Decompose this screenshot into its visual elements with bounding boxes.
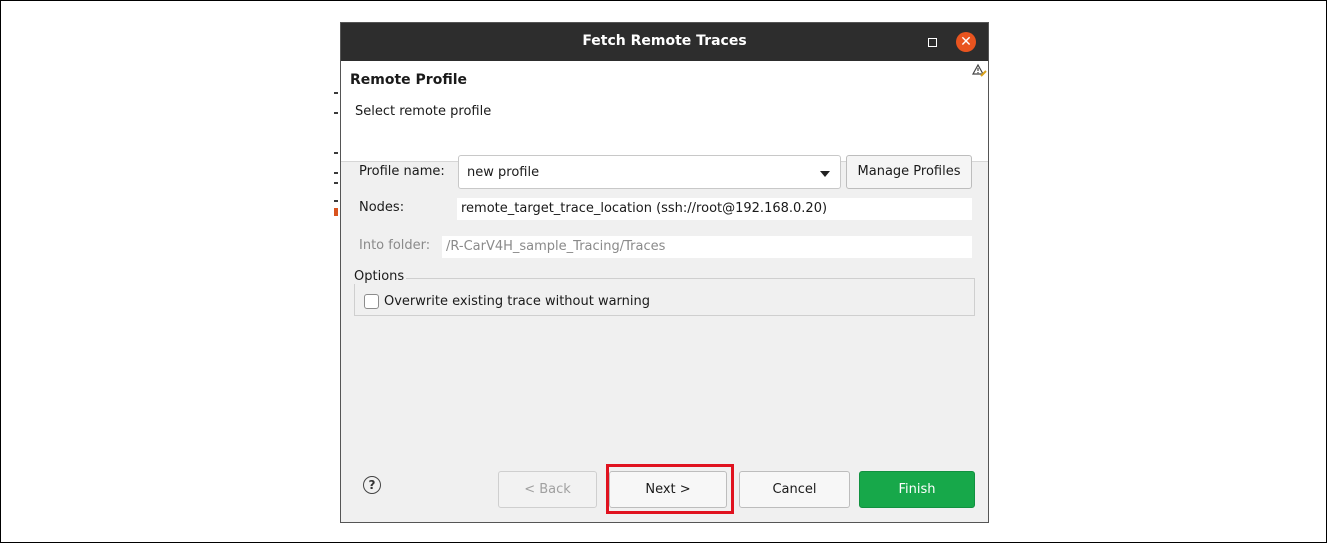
banner-title: Remote Profile xyxy=(350,72,467,88)
into-folder-label: Into folder: xyxy=(359,238,431,253)
overwrite-checkbox-label[interactable]: Overwrite existing trace without warning xyxy=(384,294,650,309)
wizard-banner: Remote Profile Select remote profile xyxy=(341,61,988,162)
nodes-field: remote_target_trace_location (ssh://root… xyxy=(457,198,972,220)
into-folder-field: /R-CarV4H_sample_Tracing/Traces xyxy=(442,236,972,258)
chevron-down-icon xyxy=(820,171,830,177)
manage-profiles-button[interactable]: Manage Profiles xyxy=(846,155,972,189)
nodes-value: remote_target_trace_location (ssh://root… xyxy=(461,201,828,216)
overwrite-checkbox[interactable] xyxy=(364,294,379,309)
help-icon[interactable]: ? xyxy=(363,476,381,494)
warning-wand-icon xyxy=(971,63,987,77)
options-legend: Options xyxy=(354,269,407,284)
profile-name-value: new profile xyxy=(467,165,540,180)
fetch-remote-traces-dialog: Fetch Remote Traces ✕ Remote Profile Sel… xyxy=(340,22,989,523)
finish-button[interactable]: Finish xyxy=(859,471,975,508)
banner-subtitle: Select remote profile xyxy=(355,104,492,119)
profile-name-combo[interactable]: new profile xyxy=(458,155,841,189)
title-bar: Fetch Remote Traces ✕ xyxy=(341,23,988,61)
cancel-button[interactable]: Cancel xyxy=(739,471,850,508)
dialog-title: Fetch Remote Traces xyxy=(582,33,747,49)
close-icon[interactable]: ✕ xyxy=(956,32,976,52)
maximize-icon[interactable] xyxy=(928,38,937,47)
into-folder-value: /R-CarV4H_sample_Tracing/Traces xyxy=(446,239,666,254)
profile-name-label: Profile name: xyxy=(359,164,445,179)
next-button-highlight xyxy=(606,464,734,514)
back-button[interactable]: < Back xyxy=(498,471,597,508)
nodes-label: Nodes: xyxy=(359,200,405,215)
